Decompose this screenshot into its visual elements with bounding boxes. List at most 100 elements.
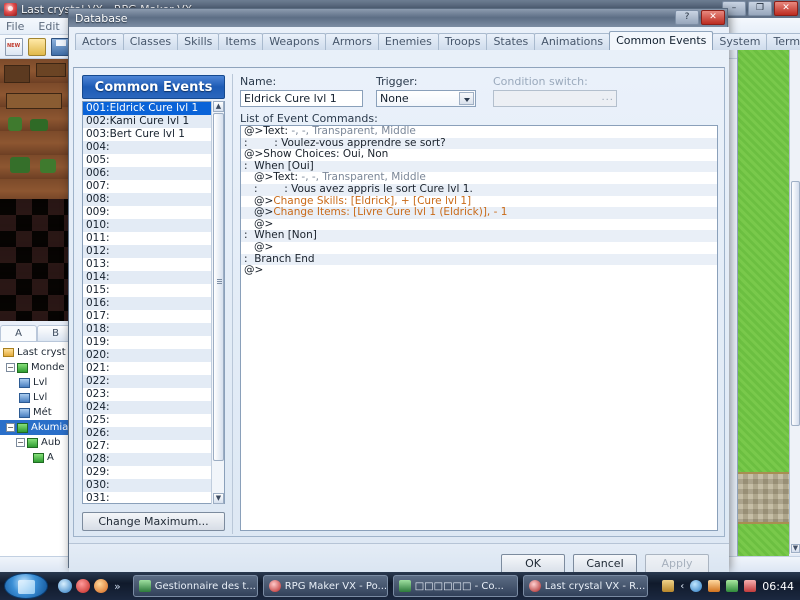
map-canvas[interactable]	[737, 36, 790, 566]
event-command-row[interactable]: : : Voulez-vous apprendre se sort?	[241, 137, 717, 150]
menu-file[interactable]: File	[6, 20, 24, 33]
tree-node[interactable]: Mét	[0, 405, 74, 420]
event-command-row[interactable]: @>	[241, 265, 717, 277]
tab-enemies[interactable]: Enemies	[377, 33, 439, 50]
list-item[interactable]: 005:	[83, 154, 224, 167]
tab-terms[interactable]: Terms	[766, 33, 800, 50]
list-item[interactable]: 004:	[83, 141, 224, 154]
list-item[interactable]: 024:	[83, 401, 224, 414]
map-vertical-scrollbar[interactable]: ▲ ▼	[789, 36, 800, 554]
event-command-row[interactable]: : : Vous avez appris le sort Cure lvl 1.	[241, 183, 717, 196]
internet-explorer-icon[interactable]	[58, 579, 72, 593]
list-item[interactable]: 007:	[83, 180, 224, 193]
list-item[interactable]: 017:	[83, 310, 224, 323]
tray-calendar-icon[interactable]	[662, 580, 675, 592]
tab-actors[interactable]: Actors	[75, 33, 124, 50]
tray-update-icon[interactable]	[708, 580, 721, 592]
common-events-list[interactable]: 001:Eldrick Cure lvl 1 002:Kami Cure lvl …	[82, 101, 225, 504]
tab-weapons[interactable]: Weapons	[262, 33, 327, 50]
tray-chevron-icon[interactable]: ‹	[680, 581, 684, 592]
event-command-list[interactable]: @>Text: -, -, Transparent, Middle: : Vou…	[240, 125, 718, 531]
ok-button[interactable]: OK	[501, 554, 565, 574]
list-item[interactable]: 028:	[83, 453, 224, 466]
chevron-down-icon[interactable]	[459, 92, 474, 105]
scroll-down-arrow-icon[interactable]: ▼	[791, 544, 800, 553]
tab-troops[interactable]: Troops	[437, 33, 488, 50]
list-item[interactable]: 030:	[83, 479, 224, 492]
taskbar-item-folder[interactable]: □□□□□□ - Co...	[392, 575, 518, 597]
list-item[interactable]: 006:	[83, 167, 224, 180]
list-item[interactable]: 003:Bert Cure lvl 1	[83, 128, 224, 141]
list-item[interactable]: 018:	[83, 323, 224, 336]
event-command-row[interactable]: @>	[241, 219, 717, 231]
tray-network-icon[interactable]	[690, 580, 703, 592]
list-item[interactable]: 016:	[83, 297, 224, 310]
new-project-icon[interactable]	[5, 37, 23, 56]
tree-node[interactable]: − Aub	[0, 435, 74, 450]
name-input[interactable]: Eldrick Cure lvl 1	[240, 90, 363, 107]
scroll-up-arrow-icon[interactable]: ▲	[213, 101, 224, 112]
list-item[interactable]: 014:	[83, 271, 224, 284]
tray-volume-icon[interactable]	[744, 580, 757, 592]
list-item[interactable]: 021:	[83, 362, 224, 375]
taskbar-item-last-crystal[interactable]: Last crystal VX - R...	[522, 575, 648, 597]
event-command-row[interactable]: @>	[241, 242, 717, 254]
expander-icon[interactable]: −	[6, 363, 15, 372]
event-command-row[interactable]: @>Change Items: [Livre Cure lvl 1 (Eldri…	[241, 207, 717, 219]
list-item[interactable]: 025:	[83, 414, 224, 427]
tab-common-events[interactable]: Common Events	[609, 31, 714, 50]
tab-armors[interactable]: Armors	[325, 33, 379, 50]
tab-items[interactable]: Items	[218, 33, 264, 50]
scrollbar-thumb[interactable]	[213, 113, 224, 461]
list-item[interactable]: 010:	[83, 219, 224, 232]
event-command-row[interactable]: : Branch End	[241, 253, 717, 266]
help-button[interactable]: ?	[675, 10, 699, 25]
list-item[interactable]: 008:	[83, 193, 224, 206]
close-button[interactable]: ✕	[774, 1, 798, 16]
taskbar-clock[interactable]: 06:44	[762, 580, 794, 593]
list-item[interactable]: 015:	[83, 284, 224, 297]
tree-node[interactable]: A	[0, 450, 74, 465]
tab-classes[interactable]: Classes	[122, 33, 179, 50]
list-item-selected[interactable]: 001:Eldrick Cure lvl 1	[83, 102, 224, 115]
change-maximum-button[interactable]: Change Maximum...	[82, 512, 225, 531]
list-item[interactable]: 031:	[83, 492, 224, 503]
tree-node[interactable]: Lvl	[0, 375, 74, 390]
maximize-button[interactable]: ❐	[748, 1, 772, 16]
tab-layer-a[interactable]: A	[0, 325, 37, 341]
event-command-row[interactable]: @>Show Choices: Oui, Non	[241, 149, 717, 161]
list-item[interactable]: 019:	[83, 336, 224, 349]
start-button[interactable]	[4, 573, 48, 599]
list-item[interactable]: 002:Kami Cure lvl 1	[83, 115, 224, 128]
save-project-icon[interactable]	[51, 37, 69, 56]
taskbar-item-rpgmaker-forum[interactable]: RPG Maker VX - Po...	[262, 575, 388, 597]
expander-icon[interactable]: −	[16, 438, 25, 447]
list-item[interactable]: 029:	[83, 466, 224, 479]
list-item[interactable]: 009:	[83, 206, 224, 219]
tab-system[interactable]: System	[712, 33, 768, 50]
tree-node-selected[interactable]: − Akumia	[0, 420, 74, 435]
list-item[interactable]: 012:	[83, 245, 224, 258]
quick-launch-overflow[interactable]: »	[114, 580, 121, 593]
event-command-row[interactable]: @>Text: -, -, Transparent, Middle	[241, 126, 717, 138]
opera-icon[interactable]	[76, 579, 90, 593]
list-item[interactable]: 020:	[83, 349, 224, 362]
event-command-row[interactable]: : When [Non]	[241, 230, 717, 242]
list-item[interactable]: 027:	[83, 440, 224, 453]
open-project-icon[interactable]	[28, 37, 46, 56]
event-command-row[interactable]: @>Change Skills: [Eldrick], + [Cure lvl …	[241, 196, 717, 208]
tab-skills[interactable]: Skills	[177, 33, 220, 50]
tab-animations[interactable]: Animations	[534, 33, 611, 50]
tray-antivirus-icon[interactable]	[726, 580, 739, 592]
event-command-row[interactable]: : When [Oui]	[241, 160, 717, 173]
list-item[interactable]: 011:	[83, 232, 224, 245]
scrollbar-thumb[interactable]	[791, 181, 800, 426]
tree-node[interactable]: Last cryst	[0, 345, 74, 360]
list-item[interactable]: 013:	[83, 258, 224, 271]
list-item[interactable]: 026:	[83, 427, 224, 440]
scroll-down-arrow-icon[interactable]: ▼	[213, 493, 224, 504]
list-item[interactable]: 023:	[83, 388, 224, 401]
event-command-row[interactable]: @>Text: -, -, Transparent, Middle	[241, 172, 717, 184]
tab-states[interactable]: States	[486, 33, 536, 50]
menu-edit[interactable]: Edit	[38, 20, 59, 33]
